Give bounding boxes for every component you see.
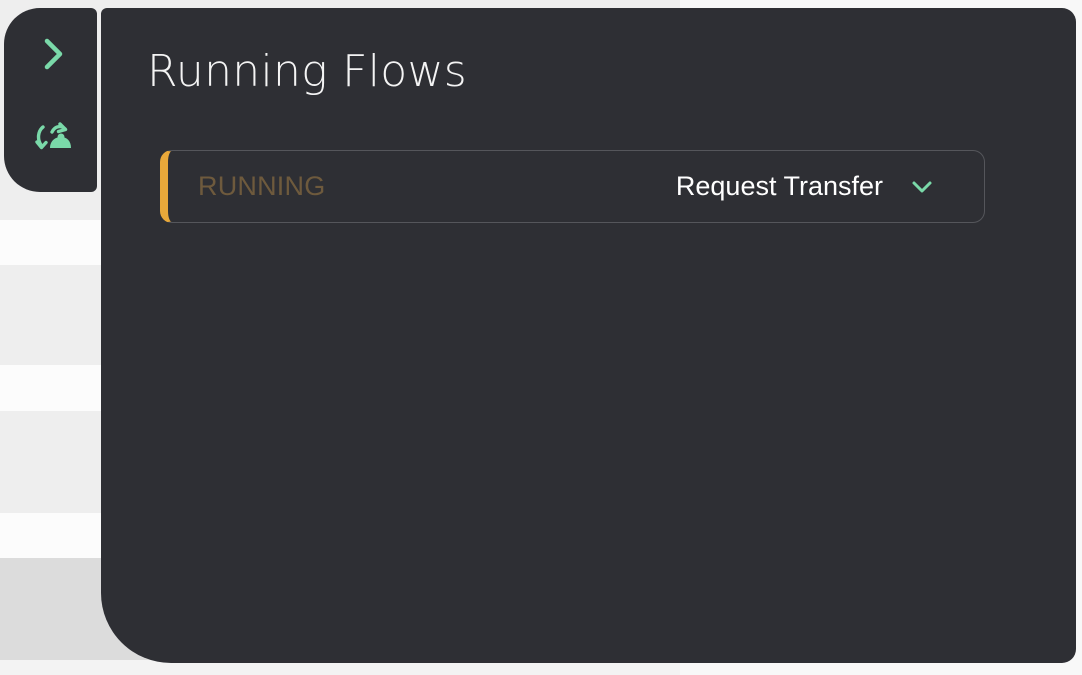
expand-panel-button[interactable] bbox=[26, 26, 82, 82]
flow-status-label: RUNNING bbox=[198, 171, 326, 201]
running-flows-panel: Running Flows RUNNING Request Transfer bbox=[101, 8, 1076, 663]
panel-title: Running Flows bbox=[147, 46, 468, 97]
chevron-down-icon bbox=[912, 181, 932, 192]
flow-cycle-icon bbox=[35, 122, 71, 150]
flow-item[interactable]: RUNNING Request Transfer bbox=[160, 150, 985, 223]
flow-name: Request Transfer bbox=[675, 171, 883, 201]
side-tab bbox=[4, 8, 97, 192]
running-flows-button[interactable] bbox=[26, 109, 82, 165]
chevron-right-icon bbox=[44, 38, 63, 70]
flow-expand-toggle[interactable] bbox=[908, 173, 936, 201]
